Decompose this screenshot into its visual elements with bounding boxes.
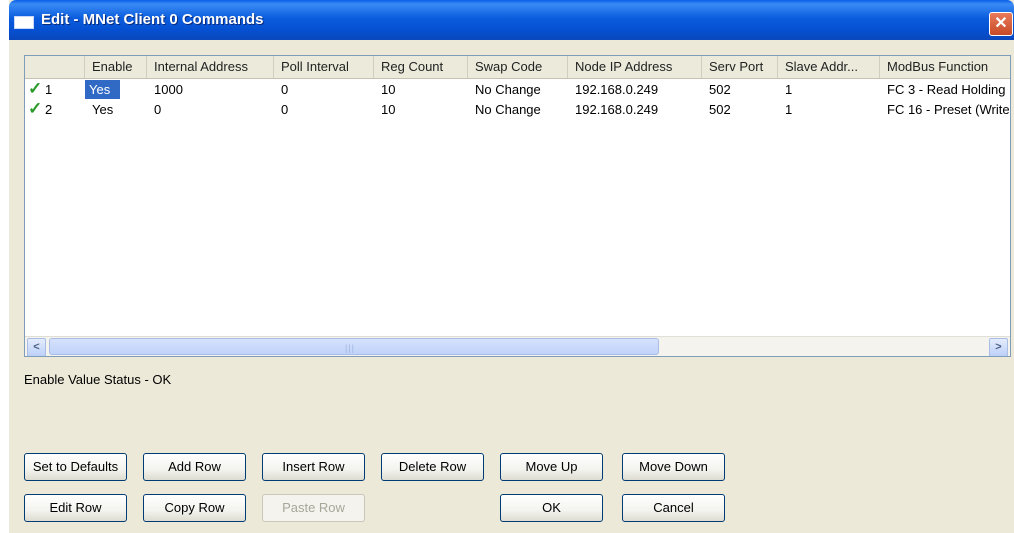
add-row-button[interactable]: Add Row xyxy=(143,453,246,481)
cancel-button[interactable]: Cancel xyxy=(622,494,725,522)
cell-node-ip-address[interactable]: 192.168.0.249 xyxy=(568,100,702,119)
column-header-row-number[interactable] xyxy=(25,56,85,78)
grid-header: Enable Internal Address Poll Interval Re… xyxy=(25,56,1010,79)
cell-swap-code[interactable]: No Change xyxy=(468,100,568,119)
status-text: Enable Value Status - OK xyxy=(24,372,172,387)
cell-enable[interactable]: Yes xyxy=(85,80,120,99)
commands-grid[interactable]: Enable Internal Address Poll Interval Re… xyxy=(24,55,1011,357)
copy-row-button[interactable]: Copy Row xyxy=(143,494,246,522)
scroll-right-button[interactable]: > xyxy=(989,338,1008,356)
cell-modbus-function[interactable]: FC 16 - Preset (Write xyxy=(880,100,1010,119)
cell-swap-code[interactable]: No Change xyxy=(468,80,568,99)
scrollbar-thumb[interactable]: ||| xyxy=(49,338,659,355)
column-header-reg-count[interactable]: Reg Count xyxy=(374,56,468,78)
cell-enable[interactable]: Yes xyxy=(85,100,147,119)
cell-reg-count[interactable]: 10 xyxy=(374,80,468,99)
paste-row-button: Paste Row xyxy=(262,494,365,522)
cell-poll-interval[interactable]: 0 xyxy=(274,80,374,99)
column-header-poll-interval[interactable]: Poll Interval xyxy=(274,56,374,78)
insert-row-button[interactable]: Insert Row xyxy=(262,453,365,481)
table-row[interactable]: ✓ 2 Yes 0 0 10 No Change 192.168.0.249 5… xyxy=(25,99,1010,119)
scrollbar-grip-icon: ||| xyxy=(345,343,356,353)
check-icon: ✓ xyxy=(28,99,43,118)
close-button[interactable]: ✕ xyxy=(989,12,1013,36)
column-header-swap-code[interactable]: Swap Code xyxy=(468,56,568,78)
cell-internal-address[interactable]: 0 xyxy=(147,100,274,119)
column-header-enable[interactable]: Enable xyxy=(85,56,147,78)
scroll-left-button[interactable]: < xyxy=(27,338,46,356)
set-to-defaults-button[interactable]: Set to Defaults xyxy=(24,453,127,481)
column-header-modbus-function[interactable]: ModBus Function xyxy=(880,56,1010,78)
table-row[interactable]: ✓ 1 Yes 1000 0 10 No Change 192.168.0.24… xyxy=(25,79,1010,99)
cell-node-ip-address[interactable]: 192.168.0.249 xyxy=(568,80,702,99)
cell-internal-address[interactable]: 1000 xyxy=(147,80,274,99)
row-number: 1 xyxy=(45,82,53,97)
cell-reg-count[interactable]: 10 xyxy=(374,100,468,119)
column-header-serv-port[interactable]: Serv Port xyxy=(702,56,778,78)
cell-slave-addr[interactable]: 1 xyxy=(778,80,880,99)
delete-row-button[interactable]: Delete Row xyxy=(381,453,484,481)
cell-serv-port[interactable]: 502 xyxy=(702,80,778,99)
column-header-internal-address[interactable]: Internal Address xyxy=(147,56,274,78)
cell-serv-port[interactable]: 502 xyxy=(702,100,778,119)
ok-button[interactable]: OK xyxy=(500,494,603,522)
column-header-slave-addr[interactable]: Slave Addr... xyxy=(778,56,880,78)
column-header-node-ip-address[interactable]: Node IP Address xyxy=(568,56,702,78)
move-up-button[interactable]: Move Up xyxy=(500,453,603,481)
window-icon xyxy=(14,16,34,29)
edit-commands-dialog: Edit - MNet Client 0 Commands ✕ Enable I… xyxy=(9,0,1014,533)
title-bar[interactable]: Edit - MNet Client 0 Commands ✕ xyxy=(9,0,1014,40)
window-title: Edit - MNet Client 0 Commands xyxy=(41,11,264,28)
edit-row-button[interactable]: Edit Row xyxy=(24,494,127,522)
move-down-button[interactable]: Move Down xyxy=(622,453,725,481)
horizontal-scrollbar[interactable]: < ||| > xyxy=(25,336,1010,356)
cell-poll-interval[interactable]: 0 xyxy=(274,100,374,119)
cell-modbus-function[interactable]: FC 3 - Read Holding xyxy=(880,80,1010,99)
cell-slave-addr[interactable]: 1 xyxy=(778,100,880,119)
check-icon: ✓ xyxy=(28,79,43,98)
row-number: 2 xyxy=(45,102,53,117)
